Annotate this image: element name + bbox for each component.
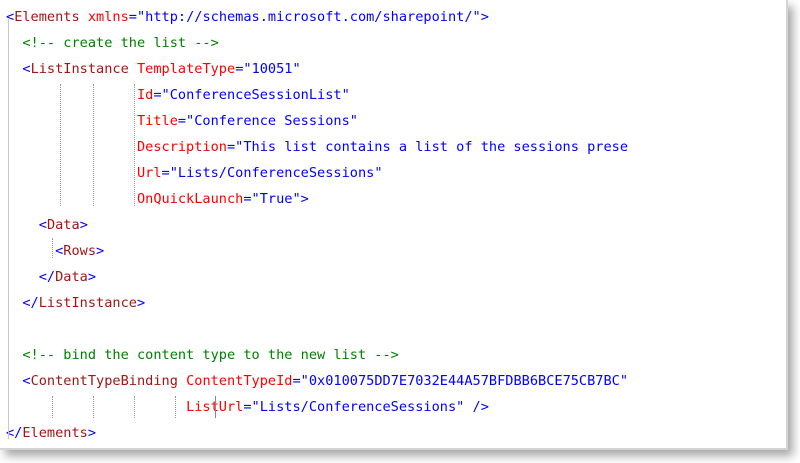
code-line: Description="This list contains a list o…: [6, 134, 628, 160]
code-token: OnQuickLaunch: [136, 191, 244, 207]
indent-guide: [93, 84, 94, 206]
code-token: ": [341, 87, 350, 103]
code-line: </Elements>: [6, 420, 96, 446]
code-token: <!-- bind the content type to the new li…: [22, 347, 399, 363]
code-line: Url="Lists/ConferenceSessions": [6, 160, 383, 186]
code-token: Elements: [14, 9, 80, 25]
code-token: ">: [472, 9, 489, 25]
code-line: </ListInstance>: [6, 290, 145, 316]
code-token: >: [87, 425, 97, 441]
code-token: <: [22, 373, 31, 389]
indent-guide: [134, 396, 135, 418]
code-token: " />: [456, 399, 489, 415]
code-line: OnQuickLaunch="True">: [6, 186, 309, 212]
code-token: Description: [136, 139, 227, 155]
code-token: <: [38, 217, 47, 233]
indent-guide: [215, 396, 216, 418]
indent-guide: [60, 84, 61, 206]
code-token: =": [235, 61, 252, 77]
code-line: Title="Conference Sessions": [6, 108, 358, 134]
code-token: Elements: [22, 425, 88, 441]
code-token: ContentTypeBinding: [30, 373, 178, 389]
code-token: Url: [136, 165, 162, 181]
code-token: ": [619, 373, 629, 389]
code-line: <Elements xmlns="http://schemas.microsof…: [6, 4, 489, 30]
code-token: =": [292, 373, 309, 389]
code-line: <ListInstance TemplateType="10051": [6, 56, 301, 82]
code-token: Rows: [63, 243, 97, 259]
code-token: >: [79, 217, 88, 233]
code-line: <!-- create the list -->: [6, 30, 219, 56]
code-token: http://schemas.microsoft.com/sharepoint/: [145, 9, 473, 25]
code-token: </: [38, 269, 56, 285]
code-token: =": [161, 165, 178, 181]
code-line: <Rows>: [6, 238, 104, 264]
code-line: <Data>: [6, 212, 88, 238]
code-token: ListInstance: [38, 295, 137, 311]
code-token: =": [226, 139, 244, 155]
code-line: <ContentTypeBinding ContentTypeId="0x010…: [6, 368, 628, 394]
code-token: Id: [136, 87, 154, 103]
code-token: True: [259, 191, 293, 207]
code-token: Lists/ConferenceSessions: [177, 165, 375, 181]
code-token: xmlns: [87, 9, 129, 25]
code-token: ContentTypeId: [186, 373, 293, 389]
code-token: ConferenceSessionList: [169, 87, 342, 103]
code-token: ": [374, 165, 383, 181]
code-token: =": [128, 9, 146, 25]
indent-guide: [175, 396, 176, 418]
code-token: This list contains a list of the session…: [243, 139, 629, 155]
code-token: Data: [55, 269, 88, 285]
code-token: <: [22, 61, 31, 77]
code-token: >: [136, 295, 146, 311]
code-token: >: [96, 243, 105, 259]
code-token: =": [243, 399, 260, 415]
code-token: ": [292, 61, 301, 77]
code-token: TemplateType: [136, 61, 236, 77]
code-line: Id="ConferenceSessionList": [6, 82, 350, 108]
code-token: 0x010075DD7E7032E44A57BFDBB6BCE75CB7BC: [308, 373, 620, 389]
code-editor-window: <Elements xmlns="http://schemas.microsof…: [0, 0, 788, 450]
code-line: ListUrl="Lists/ConferenceSessions" />: [6, 394, 489, 420]
code-token: 10051: [251, 61, 293, 77]
code-line: <!-- bind the content type to the new li…: [6, 342, 399, 368]
code-token: Title: [136, 113, 178, 129]
code-token: =": [243, 191, 260, 207]
code-token: ">: [292, 191, 309, 207]
code-token: ": [349, 113, 358, 129]
indent-guide: [8, 19, 9, 439]
code-token: Data: [46, 217, 80, 233]
code-token: <!-- create the list -->: [22, 35, 219, 51]
indent-guide: [93, 396, 94, 418]
indent-guide: [52, 396, 53, 418]
code-token: ListInstance: [30, 61, 129, 77]
code-token: =": [153, 87, 170, 103]
code-token: =": [177, 113, 195, 129]
code-token: Conference Sessions: [194, 113, 350, 129]
code-line: </Data>: [6, 264, 96, 290]
code-token: >: [87, 269, 97, 285]
indent-guide: [52, 238, 53, 258]
code-token: Lists/ConferenceSessions: [259, 399, 457, 415]
code-token: </: [22, 295, 39, 311]
indent-guide: [134, 84, 135, 206]
